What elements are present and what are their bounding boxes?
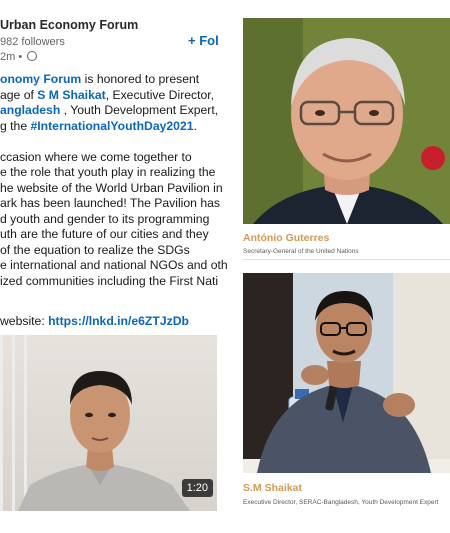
text-span: g the — [0, 118, 31, 133]
text-line: e the role that youth play in realizing … — [0, 165, 216, 179]
text-span: website: — [0, 314, 49, 328]
text-line: g the #InternationalYouthDay2021. — [0, 119, 228, 135]
mention-link[interactable]: S M Shaikat — [37, 88, 105, 102]
text-line: onomy Forum is honored to present — [0, 72, 228, 88]
post-time: 2m • — [0, 51, 23, 63]
text-line: uth are the future of our cities and the… — [0, 227, 209, 241]
text-line: angladesh , Youth Development Expert, — [0, 103, 228, 119]
video-player[interactable]: 1:20 — [0, 335, 217, 511]
portrait-illustration — [243, 273, 450, 473]
speaker-photo-shaikat — [243, 273, 450, 473]
follow-button[interactable]: + Fol — [188, 33, 219, 48]
hashtag-link[interactable]: #InternationalYouthDay2021 — [31, 119, 194, 133]
text-line: e international and national NGOs and ot… — [0, 258, 228, 272]
speaker-title: Secretary-General of the United Nations — [243, 248, 359, 255]
text-line: d youth and gender to its programming — [0, 211, 210, 226]
speaker-photo-guterres — [243, 18, 450, 224]
mention-link[interactable]: angladesh — [0, 103, 60, 117]
text-line: ark has been launched! The Pavilion has — [0, 196, 220, 210]
portrait-illustration — [243, 18, 450, 224]
website-line: website: https://lnkd.in/e6ZTJzDb — [0, 314, 189, 328]
text-line: he website of the World Urban Pavilion i… — [0, 180, 223, 195]
text-line: ized communities including the First Nat… — [0, 273, 219, 288]
follower-count: 982 followers — [0, 36, 65, 48]
text-span: . — [193, 118, 197, 133]
video-duration-badge: 1:20 — [181, 479, 213, 497]
speaker-name: S.M Shaikat — [243, 482, 302, 494]
post-meta: 2m • — [0, 51, 38, 63]
text-span: is honored to present — [81, 72, 200, 86]
speaker-title: Executive Director, SERAC-Bangladesh, Yo… — [243, 499, 439, 506]
text-span: age of — [0, 87, 38, 102]
globe-icon — [27, 51, 38, 61]
text-line: of the equation to realize the SDGs — [0, 242, 190, 257]
speaker-name: António Guterres — [243, 232, 330, 244]
website-link[interactable]: https://lnkd.in/e6ZTJzDb — [48, 314, 189, 328]
mention-link[interactable]: onomy Forum — [0, 72, 81, 86]
text-line: age of S M Shaikat, Executive Director, — [0, 88, 228, 104]
text-line: ccasion where we come together to — [0, 149, 192, 164]
text-span: , Executive Director, — [105, 87, 215, 102]
author-name[interactable]: Urban Economy Forum — [0, 18, 138, 32]
divider — [243, 259, 450, 260]
linkedin-post: Urban Economy Forum 982 followers 2m • +… — [0, 0, 228, 533]
post-body: onomy Forum is honored to present age of… — [0, 72, 228, 289]
text-span: , Youth Development Expert, — [60, 103, 219, 117]
